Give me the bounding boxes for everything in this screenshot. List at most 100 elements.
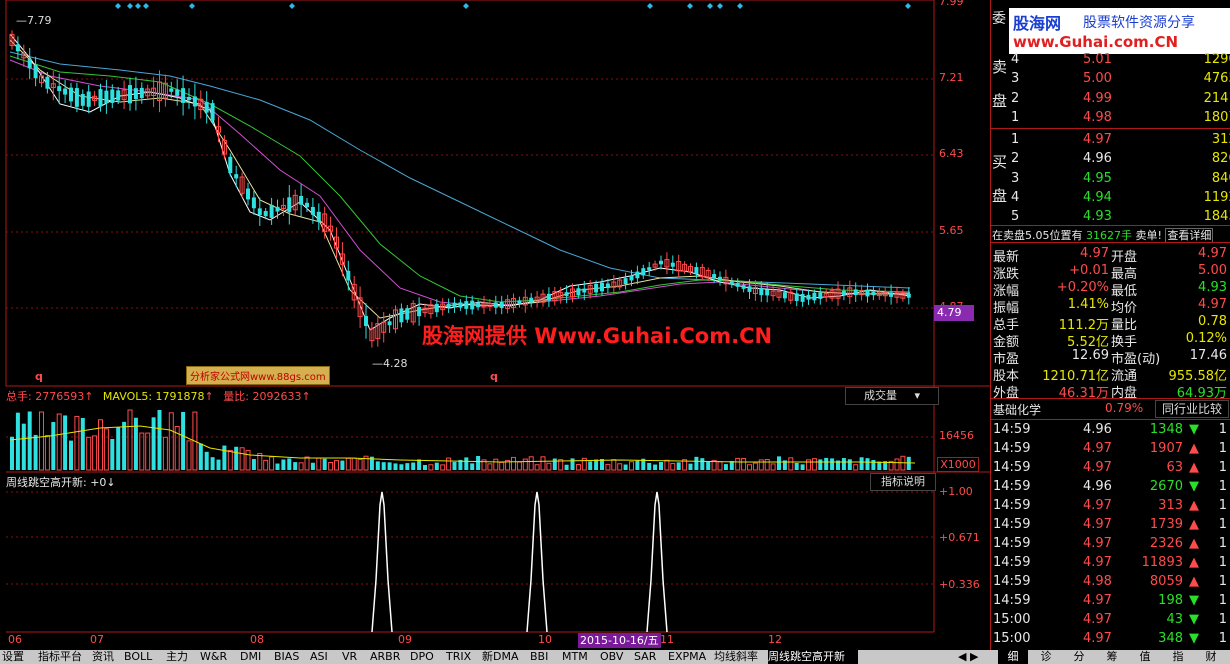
- tab-6[interactable]: DMI: [240, 650, 272, 664]
- tab-scroll-icon[interactable]: ◀ ▶: [958, 650, 992, 664]
- tick-time: 14:59: [993, 422, 1031, 437]
- tick-row[interactable]: 15:00 4.97 43 ▼ 1: [991, 610, 1230, 629]
- order-level-index: 5: [1011, 209, 1020, 225]
- ma-line-60: [9, 51, 911, 289]
- chart-area[interactable]: 7.997.216.435.654.87 —7.79 —4.28 q q 分析家…: [0, 0, 990, 650]
- volume-bar: [629, 461, 634, 471]
- quote-value: 4.97: [1198, 246, 1227, 261]
- tick-volume: 8059: [1149, 574, 1183, 589]
- indicator-explain-button[interactable]: 指标说明: [870, 473, 936, 491]
- tab-13[interactable]: 新DMA: [482, 650, 528, 664]
- candle-body: [623, 278, 628, 285]
- tab-5[interactable]: W&R: [200, 650, 238, 664]
- candle-body: [605, 283, 610, 289]
- order-price: 4.93: [1083, 209, 1112, 225]
- tab-20[interactable]: 周线跳空高开新: [768, 650, 858, 664]
- tick-volume: 2670: [1149, 479, 1183, 494]
- tick-row[interactable]: 14:59 4.96 2670 ▼ 1: [991, 477, 1230, 496]
- volume-bar: [27, 411, 32, 470]
- candle-body: [116, 90, 121, 101]
- tab-9[interactable]: VR: [342, 650, 368, 664]
- volume-bar: [617, 463, 623, 471]
- tick-time: 15:00: [993, 631, 1031, 646]
- volume-bar: [322, 458, 327, 470]
- order-level[interactable]: 4 5.01 12905: [1009, 50, 1230, 69]
- order-level[interactable]: 1 4.97 3123: [1009, 130, 1230, 149]
- tick-time: 14:59: [993, 460, 1031, 475]
- candle-body: [128, 85, 132, 104]
- quote-row: 总手 111.2万 量比 0.78: [991, 312, 1230, 333]
- candle-body: [133, 88, 138, 100]
- candle-body: [104, 90, 109, 104]
- volume-bar: [752, 462, 758, 471]
- price-axis-label: 6.43: [939, 147, 964, 160]
- tab-8[interactable]: ASI: [310, 650, 340, 664]
- tab-4[interactable]: 主力: [166, 650, 198, 664]
- order-level[interactable]: 1 4.98 18077: [1009, 108, 1230, 127]
- panel-tab-2[interactable]: 分: [1064, 650, 1094, 664]
- tab-19[interactable]: 均线斜率: [714, 650, 766, 664]
- tick-row[interactable]: 14:59 4.97 2326 ▲ 1: [991, 534, 1230, 553]
- industry-row: 基础化学 0.79% 同行业比较: [991, 400, 1230, 418]
- volume-bar: [434, 462, 439, 470]
- q-marker-left: q: [35, 370, 43, 383]
- volume-mavol: MAVOL5: 1791878: [102, 390, 205, 403]
- candle-body: [800, 294, 805, 302]
- tab-0[interactable]: 设置: [2, 650, 36, 664]
- order-level[interactable]: 4 4.94 11928: [1009, 188, 1230, 207]
- tab-7[interactable]: BIAS: [274, 650, 308, 664]
- tick-row[interactable]: 15:00 4.97 348 ▼ 1: [991, 629, 1230, 648]
- signal-diamond: [463, 3, 469, 9]
- tab-18[interactable]: EXPMA: [668, 650, 712, 664]
- panel-tab-5[interactable]: 指: [1163, 650, 1193, 664]
- candle-body: [529, 297, 534, 303]
- tab-10[interactable]: ARBR: [370, 650, 408, 664]
- panel-tab-1[interactable]: 诊: [1031, 650, 1061, 664]
- formula-site-badge[interactable]: 分析家公式网www.88gs.com: [186, 366, 330, 385]
- volume-bar: [735, 457, 741, 471]
- tick-row[interactable]: 14:59 4.96 1348 ▼ 1: [991, 420, 1230, 439]
- tab-11[interactable]: DPO: [410, 650, 444, 664]
- volume-bar: [168, 412, 174, 471]
- panel-tab-4[interactable]: 值: [1130, 650, 1160, 664]
- panel-tab-6[interactable]: 财: [1196, 650, 1226, 664]
- order-level[interactable]: 3 5.00 47650: [1009, 69, 1230, 88]
- tab-1[interactable]: 指标平台: [38, 650, 90, 664]
- order-level[interactable]: 2 4.96 8260: [1009, 149, 1230, 168]
- order-level[interactable]: 2 4.99 21413: [1009, 89, 1230, 108]
- tick-row[interactable]: 14:59 4.97 11893 ▲ 1: [991, 553, 1230, 572]
- signal-diamond: [737, 3, 743, 9]
- order-level[interactable]: 3 4.95 8402: [1009, 169, 1230, 188]
- order-level[interactable]: 5 4.93 18436: [1009, 207, 1230, 226]
- tick-row[interactable]: 14:59 4.97 63 ▲ 1: [991, 458, 1230, 477]
- candle-body: [906, 293, 911, 298]
- detail-link[interactable]: 查看详细: [1165, 228, 1214, 243]
- arrow-up-icon: ▲: [1189, 441, 1199, 456]
- industry-compare-button[interactable]: 同行业比较: [1155, 400, 1229, 418]
- volume-ratio: 量比: 2092633: [223, 390, 302, 403]
- tab-16[interactable]: OBV: [600, 650, 632, 664]
- volume-dropdown[interactable]: 成交量 ▾: [845, 387, 939, 405]
- volume-bar: [210, 457, 215, 470]
- tab-14[interactable]: BBI: [530, 650, 560, 664]
- tab-15[interactable]: MTM: [562, 650, 598, 664]
- tab-17[interactable]: SAR: [634, 650, 666, 664]
- logo-banner[interactable]: 股海网 股票软件资源分享 www.Guhai.com.CN: [1009, 8, 1230, 54]
- tick-row[interactable]: 14:59 4.97 313 ▲ 1: [991, 496, 1230, 515]
- tick-row[interactable]: 14:59 4.98 8059 ▲ 1: [991, 572, 1230, 591]
- order-volume: 21413: [1203, 90, 1230, 106]
- panel-tab-3[interactable]: 筹: [1097, 650, 1127, 664]
- panel-tab-0[interactable]: 细: [998, 650, 1028, 664]
- tick-time: 15:00: [993, 612, 1031, 627]
- tick-row[interactable]: 14:59 4.97 1907 ▲ 1: [991, 439, 1230, 458]
- tab-2[interactable]: 资讯: [92, 650, 122, 664]
- tick-row[interactable]: 14:59 4.97 198 ▼ 1: [991, 591, 1230, 610]
- order-volume: 18436: [1203, 209, 1230, 225]
- tick-count: 1: [1218, 517, 1227, 532]
- tick-row[interactable]: 14:59 4.97 1739 ▲ 1: [991, 515, 1230, 534]
- tick-volume: 1907: [1149, 441, 1183, 456]
- volume-bar: [670, 463, 676, 471]
- tab-3[interactable]: BOLL: [124, 650, 164, 664]
- tab-12[interactable]: TRIX: [446, 650, 480, 664]
- candle-body: [175, 89, 180, 96]
